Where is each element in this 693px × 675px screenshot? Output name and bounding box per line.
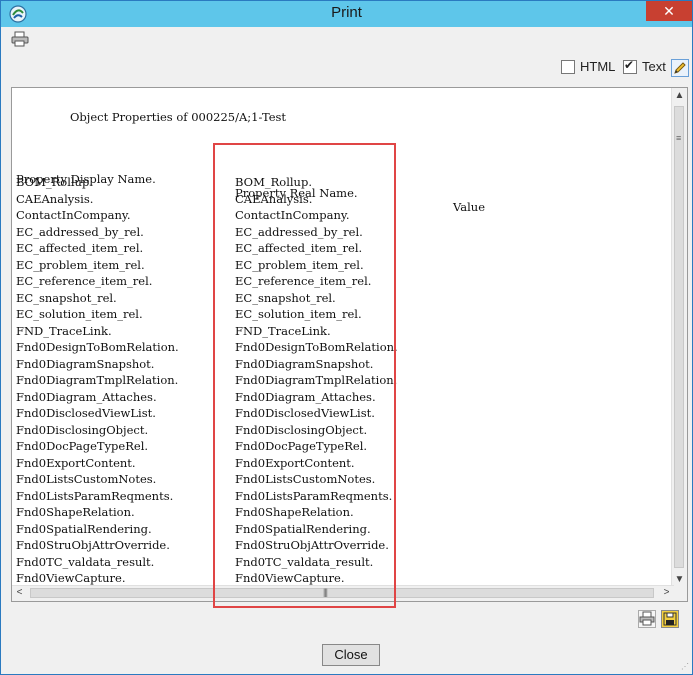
property-real-name: EC_solution_item_rel.: [235, 307, 362, 321]
property-real-name: Fnd0DiagramSnapshot.: [235, 356, 374, 371]
property-real-name: Fnd0ViewCapture.: [235, 571, 345, 585]
vertical-grip: ≡: [676, 133, 681, 143]
property-display-name: EC_problem_item_rel.: [16, 257, 145, 272]
property-display-name: Fnd0SpatialRendering.: [16, 521, 152, 536]
property-real-name: Fnd0DisclosedViewList.: [235, 406, 375, 420]
property-real-name: Fnd0TC_valdata_result.: [235, 554, 374, 569]
property-display-name: Fnd0ShapeRelation.: [16, 505, 135, 519]
property-display-name: CAEAnalysis.: [16, 191, 94, 206]
scroll-corner: [672, 586, 687, 601]
property-real-name: Fnd0DesignToBomRelation.: [235, 340, 398, 354]
property-display-name: ContactInCompany.: [16, 208, 131, 222]
property-display-name: Fnd0ExportContent.: [16, 455, 136, 470]
property-real-name: Fnd0ListsCustomNotes.: [235, 472, 376, 486]
text-label: Text: [642, 59, 666, 74]
property-real-name: BOM_Rollup.: [235, 175, 312, 189]
preview-panel: Object Properties of 000225/A;1-Test Pro…: [11, 87, 688, 602]
property-display-name: Fnd0DocPageTypeRel.: [16, 439, 149, 453]
property-real-name: Fnd0ShapeRelation.: [235, 505, 354, 519]
header-row: Property Display Name. Property Real Nam…: [16, 158, 485, 214]
property-display-name: Fnd0TC_valdata_result.: [16, 554, 155, 569]
preview-content: Object Properties of 000225/A;1-Test Pro…: [12, 88, 674, 587]
property-display-name: EC_reference_item_rel.: [16, 274, 153, 288]
window-close-button[interactable]: ✕: [646, 1, 692, 21]
property-display-name: EC_addressed_by_rel.: [16, 224, 144, 239]
text-checkbox[interactable]: [623, 58, 637, 74]
printer-icon[interactable]: [638, 610, 656, 628]
property-real-name: Fnd0DiagramTmplRelation.: [235, 373, 398, 387]
property-display-name: BOM_Rollup.: [16, 175, 93, 189]
property-real-name: Fnd0ListsParamReqments.: [235, 488, 393, 503]
property-display-name: Fnd0DisclosedViewList.: [16, 406, 156, 420]
property-display-name: EC_snapshot_rel.: [16, 290, 117, 305]
scroll-up-arrow[interactable]: ▲: [672, 90, 687, 101]
property-real-name: ContactInCompany.: [235, 208, 350, 222]
vertical-scroll-thumb[interactable]: ≡: [674, 106, 684, 568]
html-checkbox[interactable]: [561, 59, 575, 74]
property-real-name: CAEAnalysis.: [235, 191, 313, 206]
print-dialog: Print ✕ HTML Text Object Properties of 0…: [0, 0, 693, 675]
property-real-name: Fnd0ExportContent.: [235, 455, 355, 470]
property-display-name: Fnd0ListsCustomNotes.: [16, 472, 157, 486]
horizontal-scroll-thumb[interactable]: |||: [30, 587, 654, 598]
html-option[interactable]: HTML: [561, 59, 615, 79]
vertical-scrollbar[interactable]: ▲ ≡ ▼: [671, 88, 687, 587]
property-display-name: EC_affected_item_rel.: [16, 241, 144, 255]
property-display-name: EC_solution_item_rel.: [16, 307, 143, 321]
edit-icon[interactable]: [671, 59, 689, 77]
property-display-name: Fnd0StruObjAttrOverride.: [16, 538, 170, 552]
property-display-name: Fnd0DisclosingObject.: [16, 422, 149, 437]
resize-grip[interactable]: ⋰: [681, 662, 689, 671]
horizontal-grip: |||: [323, 587, 328, 597]
save-icon[interactable]: [661, 610, 679, 628]
window-title: Print: [331, 4, 362, 21]
property-real-name: EC_snapshot_rel.: [235, 290, 336, 305]
property-display-name: Fnd0DiagramTmplRelation.: [16, 373, 179, 387]
property-real-name: EC_affected_item_rel.: [235, 241, 363, 255]
property-real-name: EC_reference_item_rel.: [235, 274, 372, 288]
property-display-name: Fnd0Diagram_Attaches.: [16, 389, 157, 404]
property-display-name: Fnd0ListsParamReqments.: [16, 488, 174, 503]
property-real-name: Fnd0DocPageTypeRel.: [235, 439, 368, 453]
property-display-name: Fnd0ViewCapture.: [16, 571, 126, 585]
title-bar: Print ✕: [1, 1, 692, 27]
scroll-left-arrow[interactable]: <: [12, 587, 27, 598]
property-display-name: Fnd0DesignToBomRelation.: [16, 340, 179, 354]
property-display-name: FND_TraceLink.: [16, 323, 112, 338]
text-option[interactable]: Text: [623, 58, 666, 79]
scroll-down-arrow[interactable]: ▼: [672, 574, 687, 585]
horizontal-scrollbar[interactable]: < ||| >: [12, 585, 674, 601]
property-real-name: EC_problem_item_rel.: [235, 257, 364, 272]
html-label: HTML: [580, 59, 616, 74]
close-button[interactable]: Close: [322, 644, 380, 666]
property-real-name: EC_addressed_by_rel.: [235, 224, 363, 239]
printer-icon[interactable]: [11, 31, 29, 47]
property-real-name: Fnd0SpatialRendering.: [235, 521, 371, 536]
property-real-name: Fnd0StruObjAttrOverride.: [235, 538, 389, 552]
document-title: Object Properties of 000225/A;1-Test: [70, 110, 287, 124]
header-value: Value: [453, 200, 485, 214]
property-real-name: FND_TraceLink.: [235, 323, 331, 338]
property-display-name: Fnd0DiagramSnapshot.: [16, 356, 155, 371]
property-real-name: Fnd0Diagram_Attaches.: [235, 389, 376, 404]
property-real-name: Fnd0DisclosingObject.: [235, 422, 368, 437]
